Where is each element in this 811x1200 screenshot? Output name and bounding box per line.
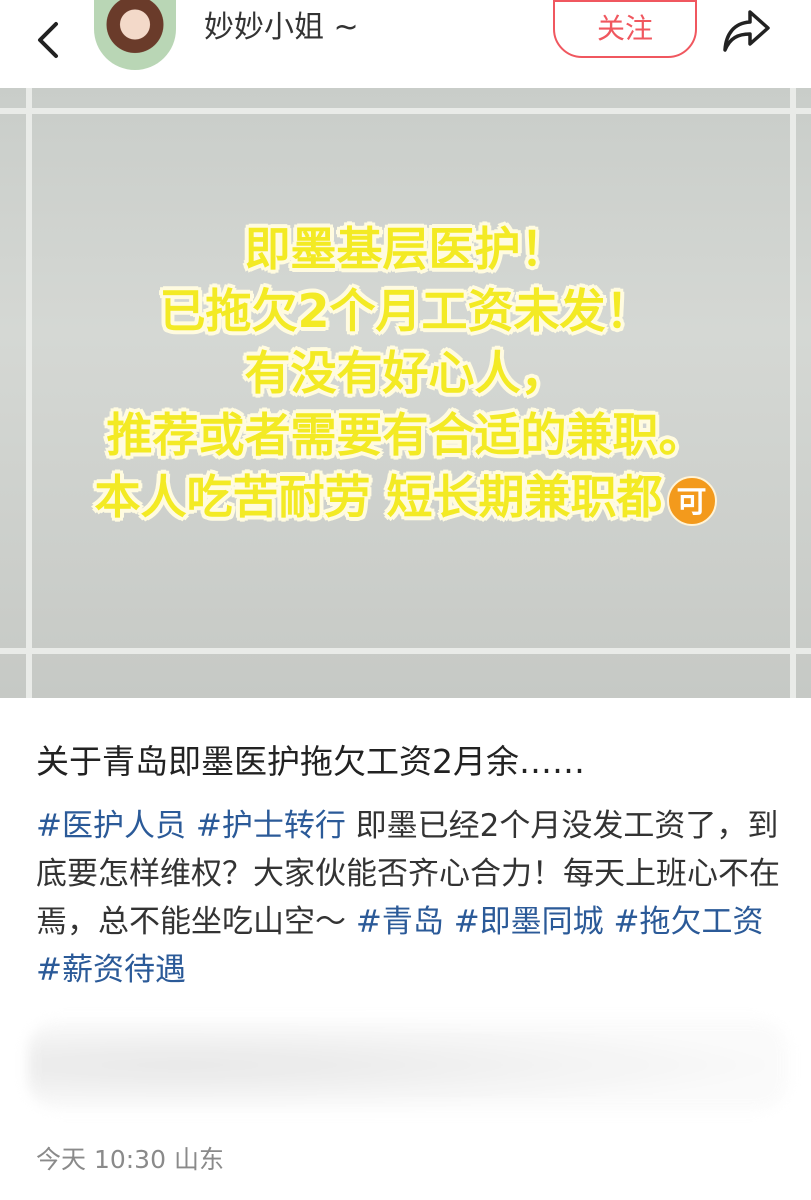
share-icon[interactable]	[720, 6, 774, 56]
overlay-line-last: 本人吃苦耐劳 短长期兼职都可	[0, 466, 811, 528]
body-text	[604, 904, 614, 940]
hashtag-link[interactable]: #拖欠工资	[614, 904, 764, 940]
overlay-line: 本人吃苦耐劳 短长期兼职都	[94, 470, 663, 524]
body-text	[444, 904, 454, 940]
top-bar: 妙妙小姐 ~ 关注	[0, 0, 811, 88]
follow-button[interactable]: 关注	[553, 0, 697, 58]
tile-grout	[0, 648, 811, 654]
back-icon[interactable]	[28, 18, 68, 62]
hashtag-link[interactable]: #护士转行	[196, 808, 346, 844]
blurred-content	[28, 1020, 788, 1110]
overlay-line: 即墨基层医护！	[244, 222, 567, 276]
overlay-line: 推荐或者需要有合适的兼职。	[106, 408, 705, 462]
hashtag-link[interactable]: #青岛	[356, 904, 444, 940]
body-text	[186, 808, 196, 844]
hashtag-link[interactable]: #医护人员	[36, 808, 186, 844]
post-image[interactable]: 即墨基层医护！ 已拖欠2个月工资未发！ 有没有好心人， 推荐或者需要有合适的兼职…	[0, 88, 811, 698]
ke-badge-icon: 可	[666, 475, 717, 526]
username[interactable]: 妙妙小姐 ~	[204, 8, 359, 48]
post-meta: 今天 10:30 山东	[36, 1145, 224, 1174]
overlay-line: 已拖欠2个月工资未发！	[159, 284, 652, 338]
hashtag-link[interactable]: #即墨同城	[454, 904, 604, 940]
avatar[interactable]	[94, 0, 176, 70]
tile-grout	[0, 108, 811, 114]
overlay-line: 有没有好心人，	[244, 346, 567, 400]
post-body: #医护人员 #护士转行 即墨已经2个月没发工资了，到底要怎样维权？大家伙能否齐心…	[36, 802, 781, 994]
image-overlay-text: 即墨基层医护！ 已拖欠2个月工资未发！ 有没有好心人， 推荐或者需要有合适的兼职…	[0, 218, 811, 528]
post-title: 关于青岛即墨医护拖欠工资2月余……	[36, 742, 585, 781]
hashtag-link[interactable]: #薪资待遇	[36, 952, 186, 988]
